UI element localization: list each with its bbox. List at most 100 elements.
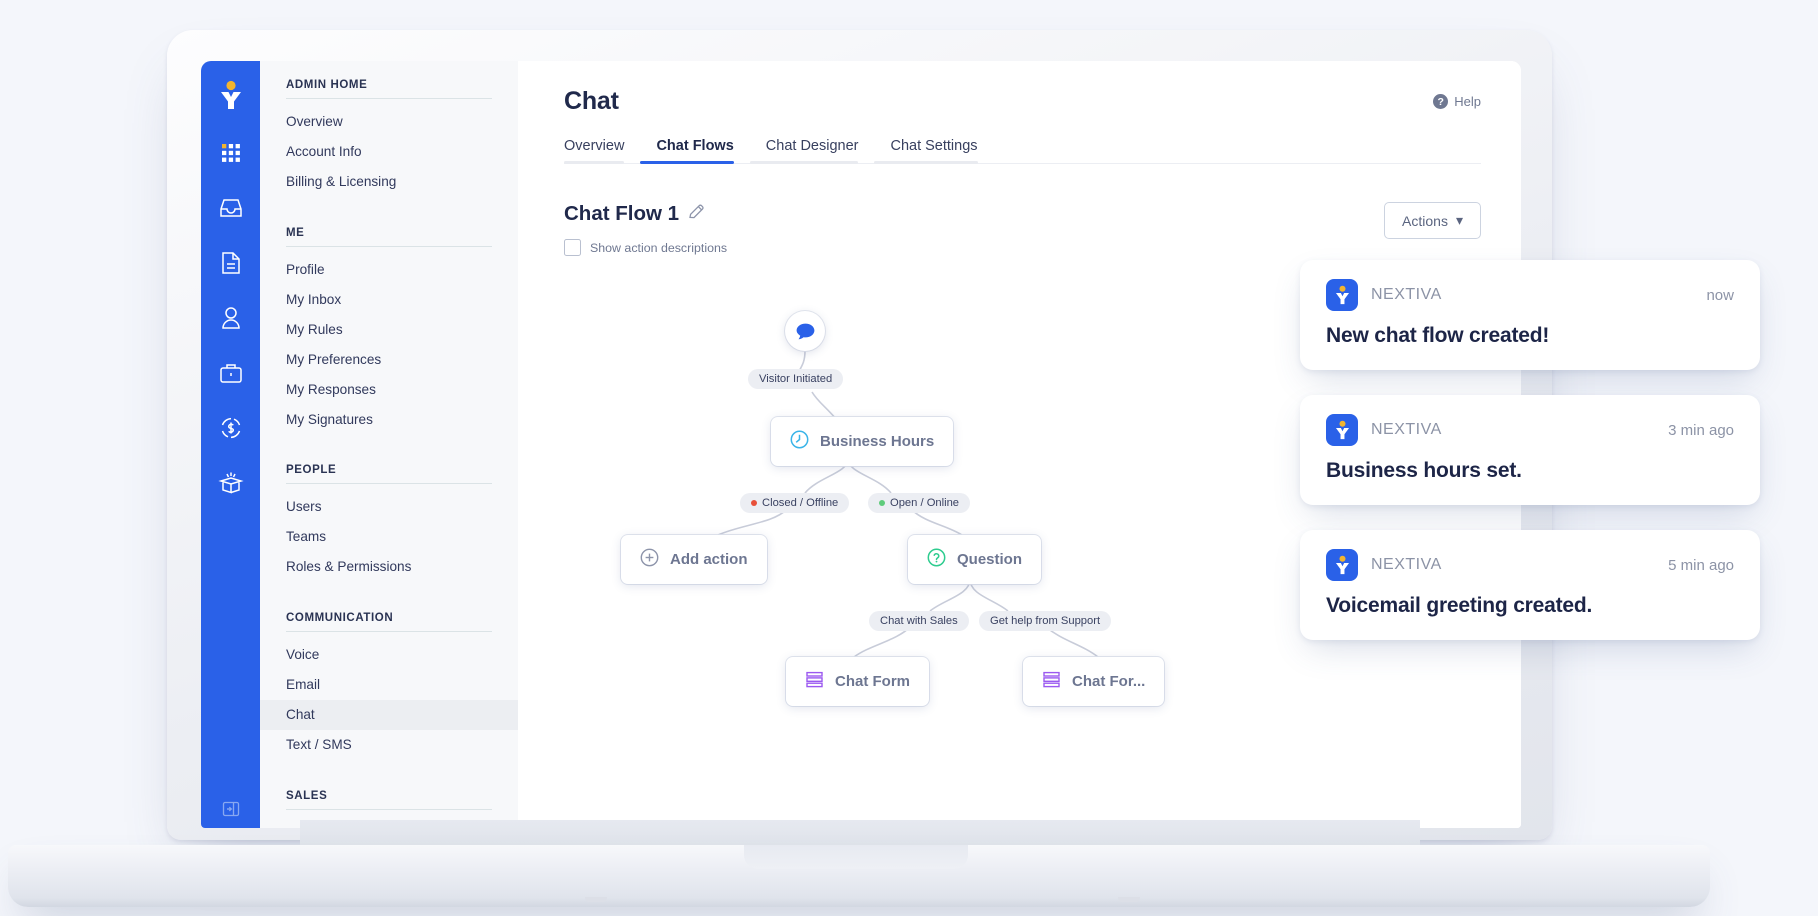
inbox-icon[interactable] (214, 191, 248, 225)
tab-bar: Overview Chat Flows Chat Designer Chat S… (564, 138, 1481, 164)
tab-underline (640, 161, 734, 164)
page-title: Chat (564, 87, 619, 115)
chip-label: Get help from Support (990, 615, 1101, 627)
sidebar-item-my-rules[interactable]: My Rules (260, 315, 518, 345)
flow-chip-chat-with-sales[interactable]: Chat with Sales (869, 611, 969, 631)
nav-section-heading: SALES (286, 790, 328, 802)
sidebar-item-my-signatures[interactable]: My Signatures (260, 405, 518, 435)
nextiva-logo-icon[interactable] (214, 78, 248, 112)
icon-rail (201, 61, 260, 828)
sidebar-item-overview[interactable]: Overview (260, 107, 518, 137)
sidebar-item-my-responses[interactable]: My Responses (260, 375, 518, 405)
dollar-refresh-icon[interactable] (214, 411, 248, 445)
notification-header: NEXTIVA 3 min ago (1326, 414, 1734, 446)
flow-node-business-hours[interactable]: Business Hours (771, 417, 954, 466)
clock-icon (790, 430, 809, 453)
collapse-panel-icon[interactable] (222, 800, 240, 818)
show-action-descriptions-row[interactable]: Show action descriptions (564, 239, 727, 256)
sidebar-item-users[interactable]: Users (260, 492, 518, 522)
node-label: Business Hours (820, 433, 935, 450)
sidebar-item-roles-permissions[interactable]: Roles & Permissions (260, 552, 518, 582)
notification-card[interactable]: NEXTIVA now New chat flow created! (1300, 260, 1760, 370)
tab-chat-settings[interactable]: Chat Settings (874, 138, 993, 164)
notification-brand: NEXTIVA (1371, 556, 1442, 573)
briefcase-icon[interactable] (214, 356, 248, 390)
tab-overview[interactable]: Overview (564, 138, 640, 164)
tab-label: Chat Flows (656, 138, 734, 154)
help-link[interactable]: ? Help (1433, 94, 1481, 109)
tab-label: Chat Settings (890, 138, 978, 154)
notification-time: now (1706, 286, 1734, 304)
nav-section-communication: COMMUNICATION Voice Email Chat Text / SM… (260, 612, 518, 760)
sidebar-item-chat[interactable]: Chat (260, 700, 518, 731)
plus-circle-icon (640, 548, 659, 571)
sidebar-item-email[interactable]: Email (260, 670, 518, 700)
question-circle-icon (927, 548, 946, 571)
nextiva-logo-icon (1326, 549, 1358, 581)
user-icon[interactable] (214, 301, 248, 335)
nav-section-sales: SALES (260, 790, 518, 810)
tab-label: Overview (564, 138, 625, 154)
pencil-icon[interactable] (688, 203, 705, 225)
node-label: Question (957, 551, 1023, 568)
notification-header: NEXTIVA 5 min ago (1326, 549, 1734, 581)
main-header-row: Chat ? Help (564, 87, 1481, 116)
question-mark-icon: ? (1433, 94, 1449, 109)
apps-grid-icon[interactable] (214, 136, 248, 170)
node-label: Chat For... (1072, 673, 1146, 690)
laptop-foot-left (585, 897, 607, 902)
notification-brand: NEXTIVA (1371, 286, 1442, 303)
flow-node-chat-form-right[interactable]: Chat For... (1023, 657, 1165, 706)
notification-message: New chat flow created! (1326, 324, 1550, 347)
notification-time: 5 min ago (1668, 556, 1734, 574)
sidebar-item-profile[interactable]: Profile (260, 255, 518, 285)
flow-node-chat-form-left[interactable]: Chat Form (786, 657, 929, 706)
sidebar-item-my-preferences[interactable]: My Preferences (260, 345, 518, 375)
flow-chip-visitor-initiated[interactable]: Visitor Initiated (748, 369, 844, 389)
flow-node-question[interactable]: Question (908, 535, 1042, 584)
flow-chip-closed-offline[interactable]: Closed / Offline (740, 493, 850, 513)
flow-node-add-action[interactable]: Add action (621, 535, 767, 584)
nav-section-heading: ME (286, 226, 305, 239)
chip-label: Visitor Initiated (759, 373, 833, 385)
notification-header: NEXTIVA now (1326, 279, 1734, 311)
sidebar-item-my-inbox[interactable]: My Inbox (260, 285, 518, 315)
chevron-down-icon: ▾ (1455, 212, 1463, 228)
notification-brand: NEXTIVA (1371, 421, 1442, 438)
actions-button[interactable]: Actions ▾ (1384, 202, 1481, 239)
flow-start-node[interactable] (785, 311, 825, 351)
notification-message: Voicemail greeting created. (1326, 594, 1593, 617)
nav-section-heading: COMMUNICATION (286, 612, 394, 625)
document-icon[interactable] (214, 246, 248, 280)
notification-card[interactable]: NEXTIVA 3 min ago Business hours set. (1300, 395, 1760, 505)
show-action-descriptions-checkbox[interactable] (564, 239, 581, 256)
actions-button-label: Actions (1402, 212, 1448, 229)
divider (286, 245, 492, 247)
help-label: Help (1454, 94, 1481, 109)
sidebar-item-teams[interactable]: Teams (260, 522, 518, 552)
tab-underline (749, 161, 859, 164)
sidebar-item-account-info[interactable]: Account Info (260, 137, 518, 167)
flow-title: Chat Flow 1 (564, 202, 680, 225)
flow-chip-get-help-from-support[interactable]: Get help from Support (979, 611, 1112, 631)
notification-card[interactable]: NEXTIVA 5 min ago Voicemail greeting cre… (1300, 530, 1760, 640)
divider (286, 98, 492, 99)
status-dot-green (879, 500, 885, 506)
status-dot-red (751, 500, 757, 506)
sidebar-item-billing-licensing[interactable]: Billing & Licensing (260, 167, 518, 197)
divider (286, 631, 492, 633)
sidebar-item-voice[interactable]: Voice (260, 640, 518, 670)
sidebar-item-text-sms[interactable]: Text / SMS (260, 730, 518, 760)
flow-chip-open-online[interactable]: Open / Online (868, 493, 971, 513)
tab-chat-flows[interactable]: Chat Flows (640, 138, 749, 164)
node-label: Add action (670, 551, 748, 568)
nav-section-admin-home: ADMIN HOME Overview Account Info Billing… (260, 79, 518, 197)
gift-box-icon[interactable] (214, 466, 248, 500)
flow-title-block: Chat Flow 1 Show action descriptions (564, 202, 727, 256)
nav-section-heading: ADMIN HOME (286, 79, 368, 91)
tab-chat-designer[interactable]: Chat Designer (749, 138, 875, 164)
nextiva-logo-icon (1326, 279, 1358, 311)
notification-time: 3 min ago (1668, 421, 1734, 439)
